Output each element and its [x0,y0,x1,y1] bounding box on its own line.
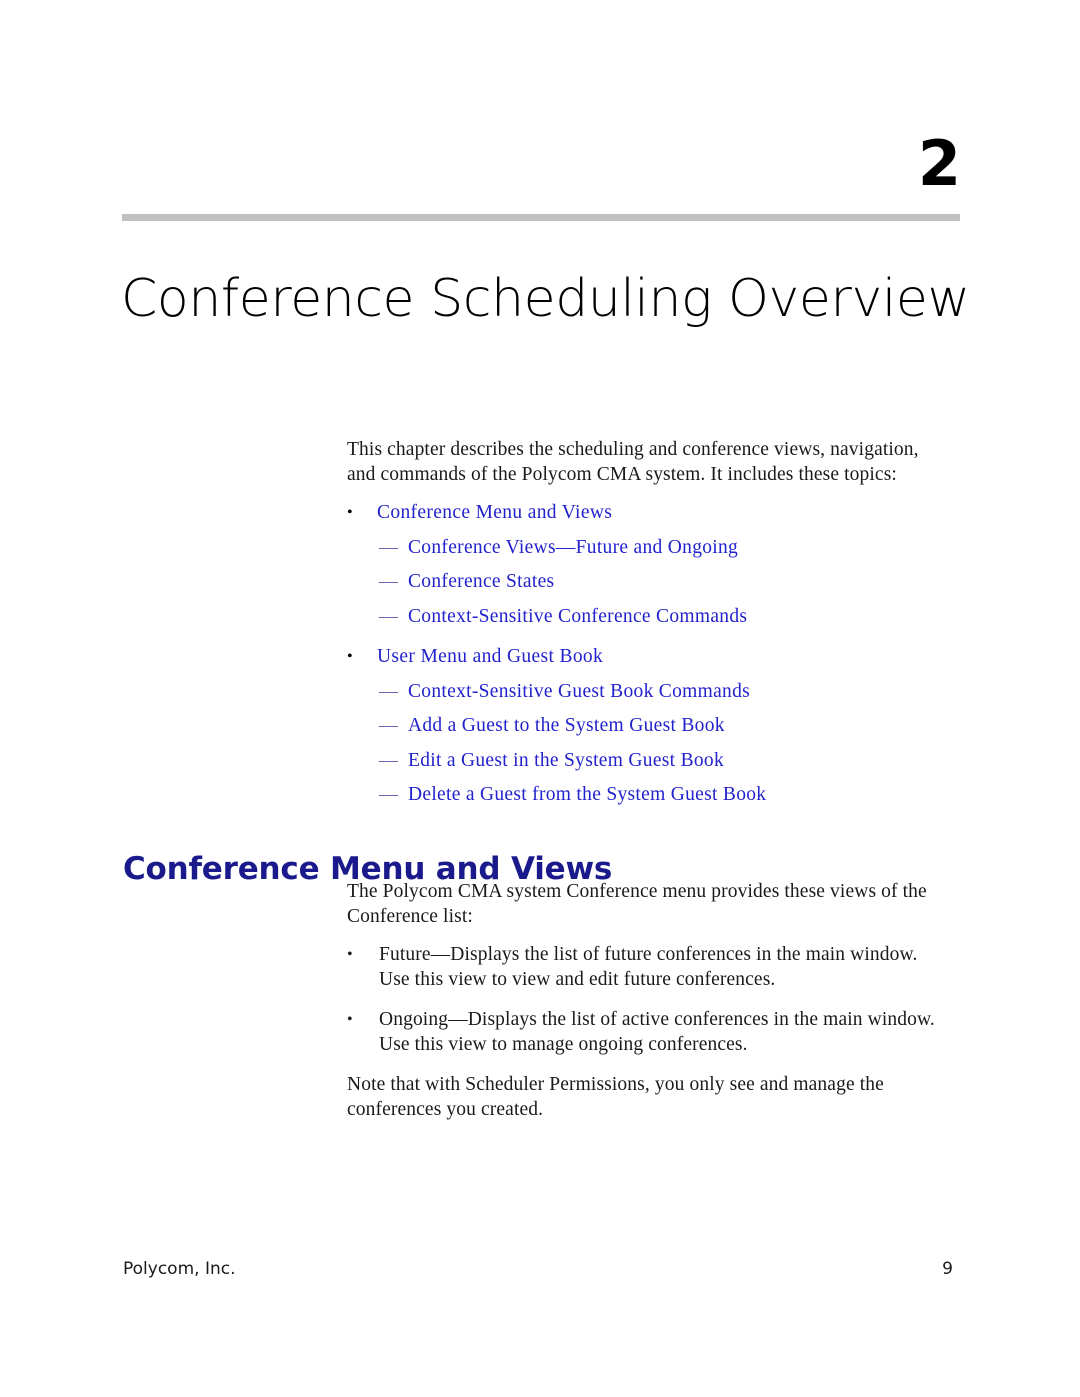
section-bullet-row: • Future—Displays the list of future con… [347,943,947,992]
chapter-number: 2 [917,127,961,200]
toc-sublink-label[interactable]: Edit a Guest in the System Guest Book [408,749,947,774]
toc-sublink-label[interactable]: Add a Guest to the System Guest Book [408,714,947,739]
chapter-title: Conference Scheduling Overview [121,268,970,329]
toc-sublink-label[interactable]: Delete a Guest from the System Guest Boo… [408,783,947,808]
em-dash-icon: — [379,784,398,805]
footer-page-number: 9 [942,1259,953,1279]
toc-sublink-row[interactable]: — Conference States [379,570,947,595]
bullet-icon: • [347,648,353,665]
toc-sublink-label[interactable]: Context-Sensitive Conference Commands [408,605,947,630]
chapter-divider-rule [122,214,960,221]
page-footer: Polycom, Inc. 9 [123,1258,953,1280]
toc-sublink-row[interactable]: — Context-Sensitive Guest Book Commands [379,680,947,705]
footer-company: Polycom, Inc. [123,1259,236,1279]
em-dash-icon: — [379,715,398,736]
toc-sublink-row[interactable]: — Context-Sensitive Conference Commands [379,605,947,630]
toc-sublink-label[interactable]: Context-Sensitive Guest Book Commands [408,680,947,705]
toc-sublink-row[interactable]: — Edit a Guest in the System Guest Book [379,749,947,774]
toc-sublink-row[interactable]: — Conference Views—Future and Ongoing [379,536,947,561]
toc-link-row[interactable]: • Conference Menu and Views [347,501,947,526]
section-bullet-text: Future—Displays the list of future confe… [379,944,918,990]
em-dash-icon: — [379,605,398,627]
em-dash-icon: — [379,536,398,558]
toc-sublink-label[interactable]: Conference States [408,570,947,595]
section-intro-paragraph: The Polycom CMA system Conference menu p… [347,881,927,927]
toc-sublink-row[interactable]: — Add a Guest to the System Guest Book [379,714,947,739]
toc-link-label[interactable]: Conference Menu and Views [377,501,947,526]
em-dash-icon: — [379,749,398,771]
section-bullet-text: Ongoing—Displays the list of active conf… [379,1009,935,1055]
section-note-paragraph: Note that with Scheduler Permissions, yo… [347,1074,884,1120]
toc-sublink-label[interactable]: Conference Views—Future and Ongoing [408,536,947,561]
em-dash-icon: — [379,680,398,702]
toc-link-row[interactable]: • User Menu and Guest Book [347,645,947,670]
section-body-block: The Polycom CMA system Conference menu p… [347,880,947,1140]
toc-sublink-row[interactable]: — Delete a Guest from the System Guest B… [379,783,947,808]
bullet-icon: • [347,504,353,521]
bullet-icon: • [347,1011,353,1028]
chapter-intro-paragraph: This chapter describes the scheduling an… [347,439,919,485]
toc-link-label[interactable]: User Menu and Guest Book [377,645,947,670]
chapter-intro-block: This chapter describes the scheduling an… [347,438,947,818]
section-bullet-row: • Ongoing—Displays the list of active co… [347,1008,947,1057]
em-dash-icon: — [379,571,398,592]
bullet-icon: • [347,946,353,963]
document-page: 2 Conference Scheduling Overview This ch… [0,0,1080,1397]
